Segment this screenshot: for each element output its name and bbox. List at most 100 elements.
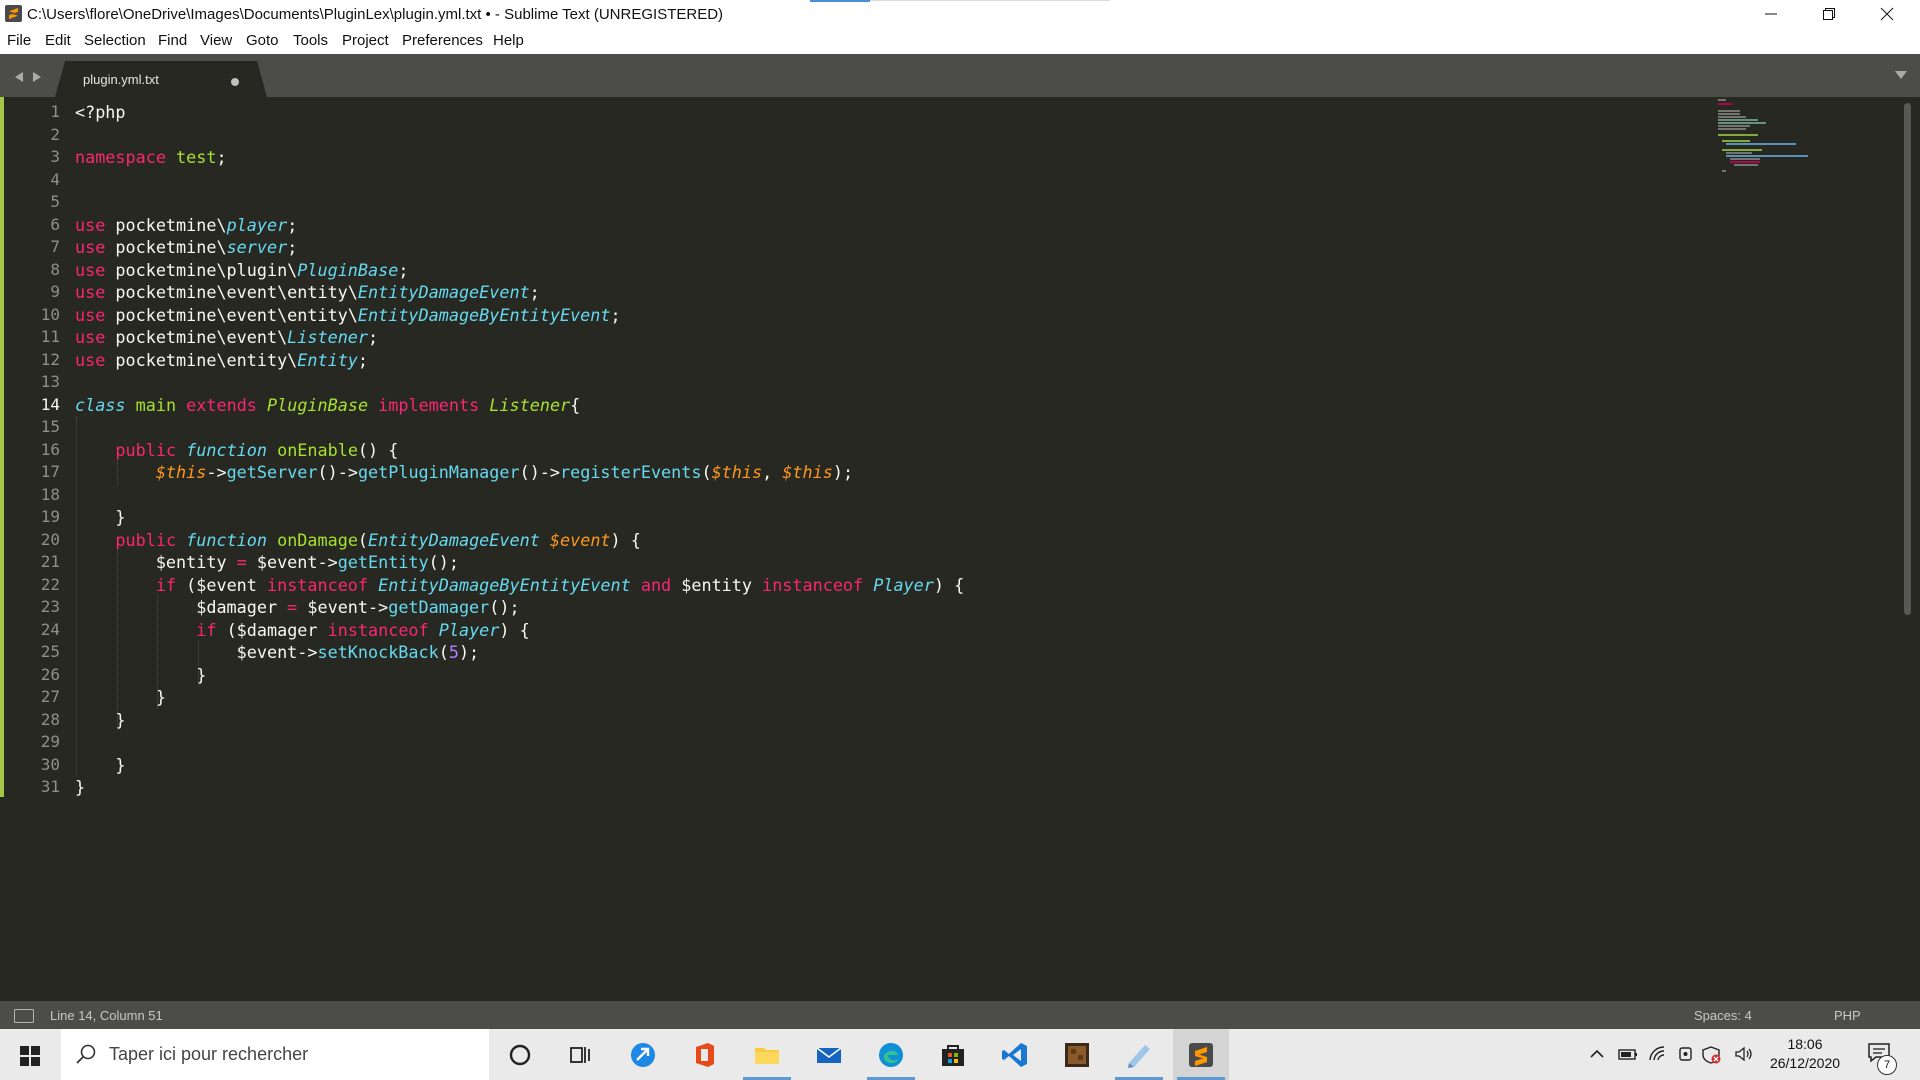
code-line[interactable]: class main extends PluginBase implements…	[75, 394, 580, 416]
menu-find[interactable]: Find	[158, 32, 187, 49]
code-line[interactable]: use pocketmine\player;	[75, 214, 297, 236]
system-clock[interactable]: 18:06 26/12/2020	[1760, 1035, 1850, 1073]
unsaved-dot-icon[interactable]	[231, 78, 239, 86]
line-number[interactable]: 1	[16, 101, 60, 123]
taskbar-app-office[interactable]	[677, 1029, 733, 1080]
battery-icon[interactable]	[1618, 1046, 1638, 1062]
taskbar-app-blue-arrow[interactable]	[615, 1029, 671, 1080]
line-number[interactable]: 28	[16, 709, 60, 731]
menu-edit[interactable]: Edit	[45, 32, 71, 49]
code-line[interactable]: public function onDamage(EntityDamageEve…	[75, 529, 640, 551]
code-line[interactable]: }	[75, 664, 206, 686]
line-number[interactable]: 11	[16, 326, 60, 348]
menu-project[interactable]: Project	[342, 32, 389, 49]
menu-help[interactable]: Help	[493, 32, 524, 49]
taskbar-app-mail[interactable]	[801, 1029, 857, 1080]
minimize-button[interactable]	[1742, 0, 1800, 28]
device-icon[interactable]	[1677, 1046, 1695, 1062]
line-number[interactable]: 10	[16, 304, 60, 326]
code-line[interactable]: $entity = $event->getEntity();	[75, 551, 459, 573]
taskbar-app-vscode[interactable]	[987, 1029, 1043, 1080]
code-line[interactable]: }	[75, 686, 166, 708]
line-number[interactable]: 6	[16, 214, 60, 236]
menu-goto[interactable]: Goto	[246, 32, 279, 49]
line-number[interactable]: 27	[16, 686, 60, 708]
code-line[interactable]: use pocketmine\server;	[75, 236, 297, 258]
taskbar-app-minecraft[interactable]	[1049, 1029, 1105, 1080]
tab-plugin-yml[interactable]: plugin.yml.txt	[55, 61, 267, 97]
menu-file[interactable]: File	[7, 32, 31, 49]
code-line[interactable]: public function onEnable() {	[75, 439, 398, 461]
code-line[interactable]: namespace test;	[75, 146, 227, 168]
code-line[interactable]: if ($event instanceof EntityDamageByEnti…	[75, 574, 964, 596]
tab-dropdown-icon[interactable]	[1894, 70, 1908, 80]
line-number[interactable]: 17	[16, 461, 60, 483]
line-number[interactable]: 8	[16, 259, 60, 281]
line-number[interactable]: 18	[16, 484, 60, 506]
line-number[interactable]: 12	[16, 349, 60, 371]
line-number[interactable]: 21	[16, 551, 60, 573]
menu-view[interactable]: View	[200, 32, 232, 49]
line-number[interactable]: 31	[16, 776, 60, 798]
code-line[interactable]: if ($damager instanceof Player) {	[75, 619, 529, 641]
task-view-button[interactable]	[552, 1029, 608, 1080]
line-number[interactable]: 9	[16, 281, 60, 303]
code-line[interactable]: use pocketmine\plugin\PluginBase;	[75, 259, 408, 281]
code-line[interactable]: use pocketmine\event\entity\EntityDamage…	[75, 304, 621, 326]
line-number[interactable]: 7	[16, 236, 60, 258]
line-number[interactable]: 22	[16, 574, 60, 596]
code-line[interactable]: }	[75, 754, 125, 776]
code-line[interactable]: use pocketmine\entity\Entity;	[75, 349, 368, 371]
code-line[interactable]: use pocketmine\event\Listener;	[75, 326, 378, 348]
code-line[interactable]: $this->getServer()->getPluginManager()->…	[75, 461, 853, 483]
line-number[interactable]: 4	[16, 169, 60, 191]
line-number[interactable]: 30	[16, 754, 60, 776]
indentation-setting[interactable]: Spaces: 4	[1694, 1008, 1752, 1023]
line-number[interactable]: 15	[16, 416, 60, 438]
line-number[interactable]: 25	[16, 641, 60, 663]
code-line[interactable]: }	[75, 776, 85, 798]
antivirus-alert-icon[interactable]	[1702, 1046, 1722, 1064]
menu-selection[interactable]: Selection	[84, 32, 146, 49]
line-number[interactable]: 26	[16, 664, 60, 686]
code-line[interactable]: $event->setKnockBack(5);	[75, 641, 480, 663]
line-number[interactable]: 20	[16, 529, 60, 551]
windows-start-icon[interactable]	[20, 1046, 40, 1066]
taskbar-app-store[interactable]	[925, 1029, 981, 1080]
cortana-button[interactable]	[492, 1029, 548, 1080]
line-number[interactable]: 2	[16, 124, 60, 146]
menu-tools[interactable]: Tools	[293, 32, 328, 49]
taskbar-app-notes[interactable]	[1111, 1029, 1167, 1080]
show-hidden-icons-chevron-icon[interactable]	[1589, 1046, 1605, 1062]
line-number[interactable]: 16	[16, 439, 60, 461]
code-line[interactable]: use pocketmine\event\entity\EntityDamage…	[75, 281, 540, 303]
panel-toggle-icon[interactable]	[14, 1009, 34, 1023]
volume-icon[interactable]	[1734, 1046, 1754, 1062]
vertical-scrollbar[interactable]	[1904, 103, 1911, 615]
line-number[interactable]: 24	[16, 619, 60, 641]
minimap[interactable]	[1712, 97, 1902, 177]
taskbar-app-edge[interactable]	[863, 1029, 919, 1080]
menu-preferences[interactable]: Preferences	[402, 32, 483, 49]
taskbar-app-sublime-text[interactable]	[1173, 1029, 1229, 1080]
syntax-selector[interactable]: PHP	[1834, 1008, 1861, 1023]
code-line[interactable]: <?php	[75, 101, 126, 123]
line-number[interactable]: 29	[16, 731, 60, 753]
taskbar-search-box[interactable]: Taper ici pour rechercher	[61, 1029, 489, 1080]
code-line[interactable]: }	[75, 709, 125, 731]
line-number[interactable]: 23	[16, 596, 60, 618]
restore-button[interactable]	[1800, 0, 1858, 28]
code-line[interactable]: }	[75, 506, 125, 528]
line-number[interactable]: 14	[16, 394, 60, 416]
code-line[interactable]: $damager = $event->getDamager();	[75, 596, 519, 618]
title-bar[interactable]: C:\Users\flore\OneDrive\Images\Documents…	[0, 0, 1920, 28]
line-number[interactable]: 5	[16, 191, 60, 213]
taskbar-app-file-explorer[interactable]	[739, 1029, 795, 1080]
line-number[interactable]: 13	[16, 371, 60, 393]
line-number[interactable]: 19	[16, 506, 60, 528]
tab-nav-arrows-icon[interactable]	[14, 70, 44, 84]
editor-area[interactable]: 1 2 3 4 5 6 7 8 9 10 11 12 13 14 15 16 17 18 19 20 21 22 23 24 2…	[0, 97, 1920, 1001]
line-number[interactable]: 3	[16, 146, 60, 168]
wifi-icon[interactable]	[1648, 1046, 1668, 1062]
close-button[interactable]	[1858, 0, 1916, 28]
